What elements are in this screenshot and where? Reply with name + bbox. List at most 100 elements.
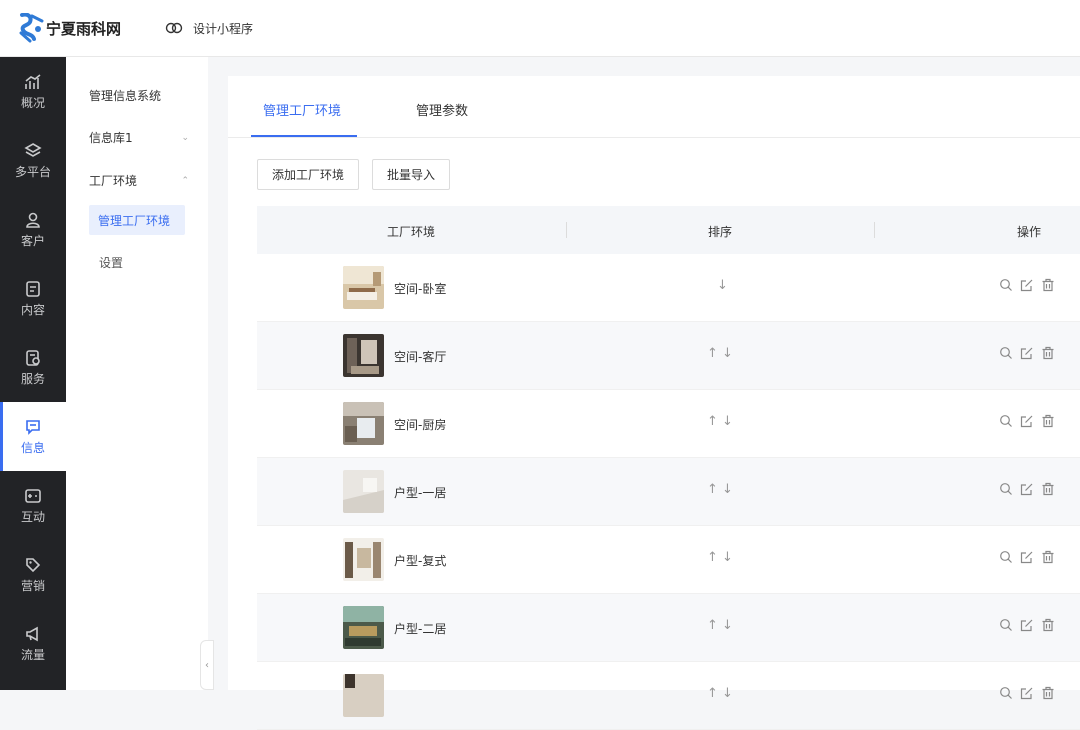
nav-item-marketing[interactable]: 营销 xyxy=(0,540,66,609)
search-icon[interactable] xyxy=(999,618,1013,632)
delete-icon[interactable] xyxy=(1041,550,1055,564)
sort-arrows[interactable]: ↓ xyxy=(717,278,728,293)
nav-item-interaction[interactable]: 互动 xyxy=(0,471,66,540)
sort-arrows[interactable]: ↑ ↓ xyxy=(707,686,733,701)
batch-import-button[interactable]: 批量导入 xyxy=(372,159,450,190)
table-header: 工厂环境 排序 操作 xyxy=(257,206,1080,254)
subnav-item-manage-factory-env[interactable]: 管理工厂环境 xyxy=(89,205,185,235)
search-icon[interactable] xyxy=(999,550,1013,564)
nav-item-overview[interactable]: 概况 xyxy=(0,57,66,126)
column-divider xyxy=(566,222,567,238)
nav-label: 概况 xyxy=(20,95,45,110)
nav-item-service[interactable]: 服务 xyxy=(0,333,66,402)
mini-program-icon xyxy=(165,21,183,35)
tab-bar: 管理工厂环境 管理参数 xyxy=(228,76,1080,138)
subnav-item-library[interactable]: 信息库1 ⌄ xyxy=(89,129,189,146)
row-actions xyxy=(999,278,1055,292)
sort-arrows[interactable]: ↑ ↓ xyxy=(707,346,733,361)
row-name: 空间-卧室 xyxy=(394,282,447,296)
subnav-item-factory-env[interactable]: 工厂环境 ⌃ xyxy=(89,172,189,189)
nav-label: 客户 xyxy=(20,233,45,248)
top-bar: 宁夏雨科网 设计小程序 xyxy=(0,0,1080,57)
nav-item-multiplatform[interactable]: 多平台 xyxy=(0,126,66,195)
collapse-sidebar-button[interactable]: ‹ xyxy=(200,640,214,690)
nav-label: 营销 xyxy=(20,578,45,593)
main-panel: 管理工厂环境 管理参数 添加工厂环境 批量导入 工厂环境 排序 操作 空间-卧室… xyxy=(228,76,1080,730)
subnav-label: 信息库1 xyxy=(89,131,133,145)
room-thumbnail xyxy=(343,334,384,377)
column-header-ops: 操作 xyxy=(1017,225,1042,239)
table-row: 空间-厨房 ↑ ↓ xyxy=(257,390,1080,458)
add-factory-env-button[interactable]: 添加工厂环境 xyxy=(257,159,359,190)
brand-name: 宁夏雨科网 xyxy=(46,19,122,38)
mini-program-label: 设计小程序 xyxy=(193,21,254,36)
edit-icon[interactable] xyxy=(1020,550,1034,564)
sort-arrows[interactable]: ↑ ↓ xyxy=(707,618,733,633)
design-mini-program-link[interactable]: 设计小程序 xyxy=(165,20,253,37)
edit-icon[interactable] xyxy=(1020,618,1034,632)
search-icon[interactable] xyxy=(999,278,1013,292)
subnav-label: 工厂环境 xyxy=(89,174,138,188)
service-icon xyxy=(26,349,40,366)
game-icon xyxy=(25,488,41,503)
column-header-sort: 排序 xyxy=(708,225,733,239)
row-name: 户型-一居 xyxy=(394,486,447,500)
nav-item-traffic[interactable]: 流量 xyxy=(0,609,66,678)
search-icon[interactable] xyxy=(999,414,1013,428)
table-row: 空间-卧室 ↓ xyxy=(257,254,1080,322)
delete-icon[interactable] xyxy=(1041,482,1055,496)
search-icon[interactable] xyxy=(999,346,1013,360)
chevron-left-icon: ‹ xyxy=(205,659,209,671)
subnav-item-settings[interactable]: 设置 xyxy=(99,254,123,271)
room-thumbnail xyxy=(343,402,384,445)
nav-item-customer[interactable]: 客户 xyxy=(0,195,66,264)
sort-arrows[interactable]: ↑ ↓ xyxy=(707,482,733,497)
layers-icon xyxy=(24,142,42,157)
table-row: 户型-二居 ↑ ↓ xyxy=(257,594,1080,662)
nav-item-info[interactable]: 信息 xyxy=(0,402,66,471)
sort-arrows[interactable]: ↑ ↓ xyxy=(707,414,733,429)
table-row: ↑ ↓ xyxy=(257,662,1080,730)
tab-manage-params[interactable]: 管理参数 xyxy=(416,100,468,119)
chevron-down-icon: ⌄ xyxy=(181,132,189,143)
active-tab-indicator xyxy=(251,135,357,137)
edit-icon[interactable] xyxy=(1020,686,1034,700)
edit-icon[interactable] xyxy=(1020,414,1034,428)
column-header-env: 工厂环境 xyxy=(387,225,436,239)
row-actions xyxy=(999,482,1055,496)
brand-logo[interactable]: 宁夏雨科网 xyxy=(18,12,122,43)
sort-arrows[interactable]: ↑ ↓ xyxy=(707,550,733,565)
subnav-title: 管理信息系统 xyxy=(89,89,162,103)
room-thumbnail xyxy=(343,606,384,649)
edit-icon[interactable] xyxy=(1020,346,1034,360)
edit-icon[interactable] xyxy=(1020,482,1034,496)
room-thumbnail xyxy=(343,470,384,513)
nav-label: 多平台 xyxy=(14,164,51,179)
row-actions xyxy=(999,686,1055,700)
megaphone-icon xyxy=(26,626,38,641)
user-icon xyxy=(26,212,40,228)
room-thumbnail xyxy=(343,538,384,581)
nav-label: 互动 xyxy=(20,509,45,524)
table-row: 空间-客厅 ↑ ↓ xyxy=(257,322,1080,390)
edit-icon[interactable] xyxy=(1020,278,1034,292)
tab-manage-factory-env[interactable]: 管理工厂环境 xyxy=(263,100,341,119)
delete-icon[interactable] xyxy=(1041,278,1055,292)
factory-env-table: 工厂环境 排序 操作 空间-卧室 ↓ 空间-客厅 ↑ ↓ 空间-厨房 ↑ ↓ 户… xyxy=(257,206,1080,730)
row-name: 户型-二居 xyxy=(394,622,447,636)
delete-icon[interactable] xyxy=(1041,414,1055,428)
main-nav: 概况 多平台 客户 内容 服务 信息 互动 营销 流量 xyxy=(0,57,66,690)
row-name: 户型-复式 xyxy=(394,554,447,568)
delete-icon[interactable] xyxy=(1041,686,1055,700)
row-name: 空间-客厅 xyxy=(394,350,447,364)
delete-icon[interactable] xyxy=(1041,618,1055,632)
nav-item-content[interactable]: 内容 xyxy=(0,264,66,333)
column-divider xyxy=(874,222,875,238)
logo-mark-icon xyxy=(18,12,44,43)
nav-label: 内容 xyxy=(20,302,45,317)
search-icon[interactable] xyxy=(999,686,1013,700)
nav-label: 信息 xyxy=(20,440,45,455)
search-icon[interactable] xyxy=(999,482,1013,496)
delete-icon[interactable] xyxy=(1041,346,1055,360)
row-actions xyxy=(999,618,1055,632)
